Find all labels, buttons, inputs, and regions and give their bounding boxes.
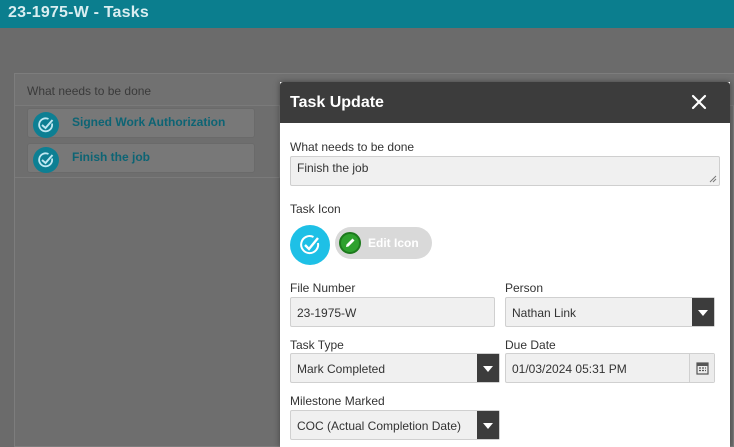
column-header-what[interactable]: What needs to be done [27,84,151,98]
due-date-label: Due Date [505,338,556,352]
app-header: 23-1975-W - Tasks [0,0,734,28]
check-circle-icon [290,225,330,265]
check-circle-icon [33,112,59,138]
file-number-field[interactable]: 23-1975-W [290,297,495,327]
check-circle-icon [33,147,59,173]
what-needs-textarea[interactable]: Finish the job [290,156,720,186]
task-row[interactable]: Signed Work Authorization [27,108,255,138]
chevron-down-icon[interactable] [477,354,499,382]
resize-handle-icon[interactable] [709,175,717,183]
what-needs-value: Finish the job [297,161,369,175]
due-date-field[interactable]: 01/03/2024 05:31 PM [505,353,715,383]
milestone-label: Milestone Marked [290,394,385,408]
task-label: Finish the job [72,150,150,164]
file-number-label: File Number [290,281,356,295]
milestone-select[interactable]: COC (Actual Completion Date) [290,410,500,440]
calendar-icon[interactable] [689,354,714,382]
app-title: 23-1975-W - Tasks [8,4,149,21]
task-icon-label: Task Icon [290,202,341,216]
close-icon[interactable] [690,93,708,111]
chevron-down-icon[interactable] [477,411,499,439]
what-needs-label: What needs to be done [290,140,415,154]
task-type-label: Task Type [290,338,344,352]
task-type-value: Mark Completed [297,362,386,376]
person-label: Person [505,281,544,295]
dialog-title: Task Update [290,94,384,111]
person-value: Nathan Link [512,306,577,320]
person-select[interactable]: Nathan Link [505,297,715,327]
task-type-select[interactable]: Mark Completed [290,353,500,383]
edit-icon-button[interactable]: Edit Icon [335,227,432,259]
task-row[interactable]: Finish the job [27,143,255,173]
grid-body: Signed Work Authorization Finish the job [15,106,280,178]
task-label: Signed Work Authorization [72,115,226,129]
task-update-dialog: Task Update What needs to be done Finish… [280,82,730,447]
edit-icon-label: Edit Icon [368,236,419,250]
file-number-value: 23-1975-W [297,306,357,320]
milestone-value: COC (Actual Completion Date) [297,419,462,433]
chevron-down-icon[interactable] [692,298,714,326]
due-date-value: 01/03/2024 05:31 PM [512,362,627,376]
dialog-header: Task Update [280,82,730,123]
pencil-icon [339,232,361,254]
